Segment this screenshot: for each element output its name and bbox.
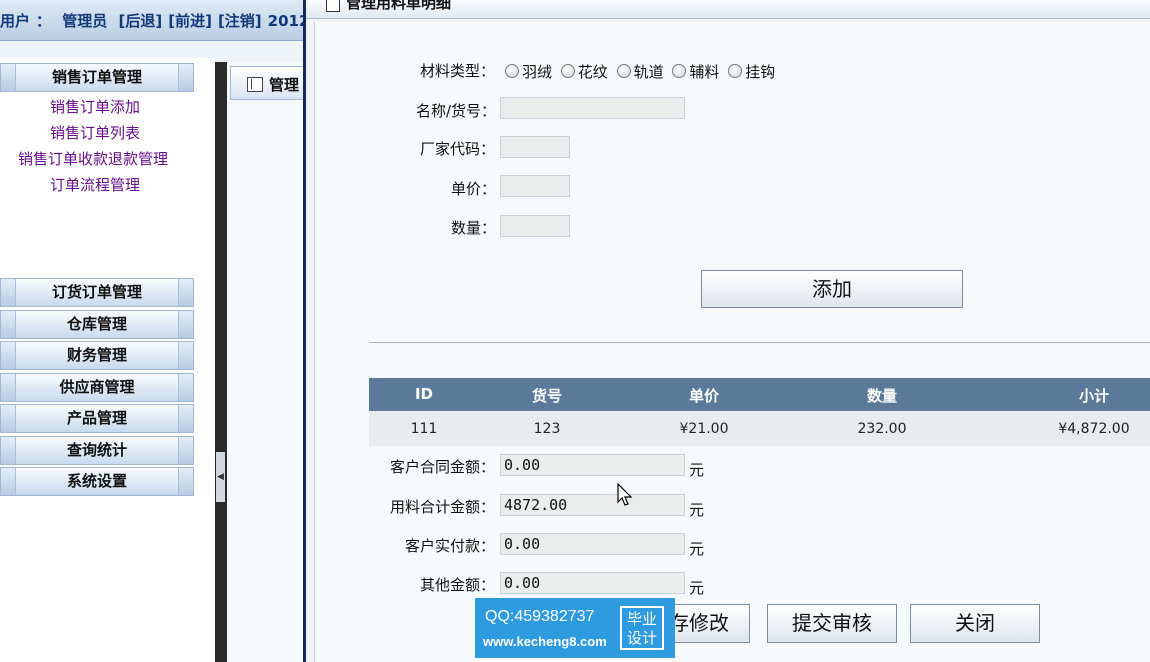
paid-amount-label: 客户实付款： [405, 537, 496, 555]
background-pane [227, 62, 310, 662]
close-button[interactable]: 关闭 [910, 604, 1040, 643]
watermark-site: www.kecheng8.com [483, 634, 607, 649]
cell-subtotal: ¥4,872.00 [1058, 421, 1130, 437]
menu-warehouse[interactable]: 仓库管理 [0, 310, 194, 339]
menu-sales-orders[interactable]: 销售订单管理 [0, 63, 194, 92]
radio-pattern[interactable]: 花纹 [560, 61, 608, 82]
watermark-badge: 毕业 设计 [620, 606, 664, 650]
price-input[interactable] [500, 175, 570, 197]
user-role: 管理员 [62, 12, 108, 30]
document-icon [326, 0, 340, 12]
add-button[interactable]: 添加 [701, 270, 963, 308]
price-label: 单价： [451, 180, 497, 198]
other-amount-label: 其他金额： [420, 576, 496, 594]
submit-review-button[interactable]: 提交审核 [767, 604, 897, 643]
table-row[interactable]: 111 123 ¥21.00 232.00 ¥4,872.00 [369, 411, 1150, 446]
cell-unit-price: ¥21.00 [679, 421, 729, 437]
paid-amount-input[interactable]: 0.00 [500, 533, 685, 555]
nav-logout-link[interactable]: [注销] [218, 12, 262, 30]
material-table-header: ID 货号 单价 数量 小计 [369, 378, 1150, 411]
mouse-cursor-icon [617, 483, 633, 506]
material-type-label: 材料类型： [420, 62, 496, 80]
unit-yuan: 元 [689, 461, 705, 479]
name-sku-label: 名称/货号： [416, 102, 497, 120]
other-amount-input[interactable]: 0.00 [500, 572, 685, 594]
radio-circle-icon[interactable] [505, 64, 519, 78]
menu-item-sales-list[interactable]: 销售订单列表 [50, 122, 140, 143]
vendor-code-input[interactable] [500, 136, 570, 158]
radio-circle-icon[interactable] [560, 64, 575, 78]
vendor-code-label: 厂家代码： [420, 140, 496, 158]
nav-back-link[interactable]: [后退] [119, 12, 163, 30]
name-sku-input[interactable] [500, 97, 685, 119]
menu-products[interactable]: 产品管理 [0, 404, 194, 433]
menu-finance[interactable]: 财务管理 [0, 341, 194, 370]
sidebar: 销售订单管理 销售订单添加 销售订单列表 销售订单收款退款管理 订单流程管理 订… [0, 58, 215, 662]
unit-yuan: 元 [689, 540, 705, 558]
quantity-label: 数量： [451, 219, 497, 237]
radio-circle-icon[interactable] [616, 64, 631, 78]
cell-sku: 123 [533, 421, 561, 437]
quantity-input[interactable] [500, 215, 570, 237]
col-unit-price: 单价 [688, 387, 719, 405]
cell-id: 111 [410, 421, 438, 437]
divider [369, 342, 1150, 343]
top-bar: 用户： 管理员 [后退] [前进] [注销] 2012年 [0, 0, 324, 41]
contract-amount-label: 客户合同金额： [390, 458, 496, 476]
dialog-title: 管理用料单明细 [346, 0, 452, 12]
menu-purchase-orders[interactable]: 订货订单管理 [0, 278, 194, 307]
cell-quantity: 232.00 [857, 421, 907, 437]
contract-amount-input[interactable]: 0.00 [500, 454, 685, 476]
menu-item-order-flow[interactable]: 订单流程管理 [50, 174, 140, 195]
radio-down[interactable]: 羽绒 [505, 61, 552, 82]
user-info: 用户： 管理员 [后退] [前进] [注销] 2012年 [0, 12, 325, 30]
col-id: ID [414, 385, 434, 403]
background-tab-label: 管理 [269, 76, 300, 94]
user-label: 用户 [0, 12, 31, 30]
material-total-input[interactable]: 4872.00 [500, 494, 685, 516]
radio-track[interactable]: 轨道 [616, 61, 664, 82]
col-subtotal: 小计 [1078, 387, 1109, 405]
nav-forward-link[interactable]: [前进] [168, 12, 212, 30]
col-sku: 货号 [531, 387, 562, 405]
menu-item-sales-payments[interactable]: 销售订单收款退款管理 [18, 148, 168, 169]
radio-circle-icon[interactable] [672, 64, 687, 78]
collapse-arrow-icon[interactable]: ◀ [216, 452, 225, 502]
menu-settings[interactable]: 系统设置 [0, 467, 194, 496]
sidebar-splitter[interactable]: ◀ [215, 62, 227, 662]
menu-item-sales-add[interactable]: 销售订单添加 [50, 96, 140, 117]
radio-hook[interactable]: 挂钩 [728, 61, 775, 82]
material-type-radios: 羽绒 花纹 轨道 辅料 挂钩 [505, 61, 779, 82]
watermark-banner: QQ:459382737 www.kecheng8.com 毕业 设计 [475, 598, 675, 658]
dialog-title-bar[interactable]: 管理用料单明细 [306, 0, 1150, 19]
material-total-label: 用料合计金额： [390, 498, 496, 516]
unit-yuan: 元 [689, 501, 705, 519]
menu-suppliers[interactable]: 供应商管理 [0, 373, 194, 402]
unit-yuan: 元 [689, 579, 705, 597]
watermark-qq: QQ:459382737 [485, 608, 595, 625]
menu-statistics[interactable]: 查询统计 [0, 436, 194, 465]
document-icon [247, 77, 263, 92]
radio-accessory[interactable]: 辅料 [672, 61, 719, 82]
col-quantity: 数量 [866, 387, 897, 405]
radio-circle-icon[interactable] [728, 64, 743, 78]
